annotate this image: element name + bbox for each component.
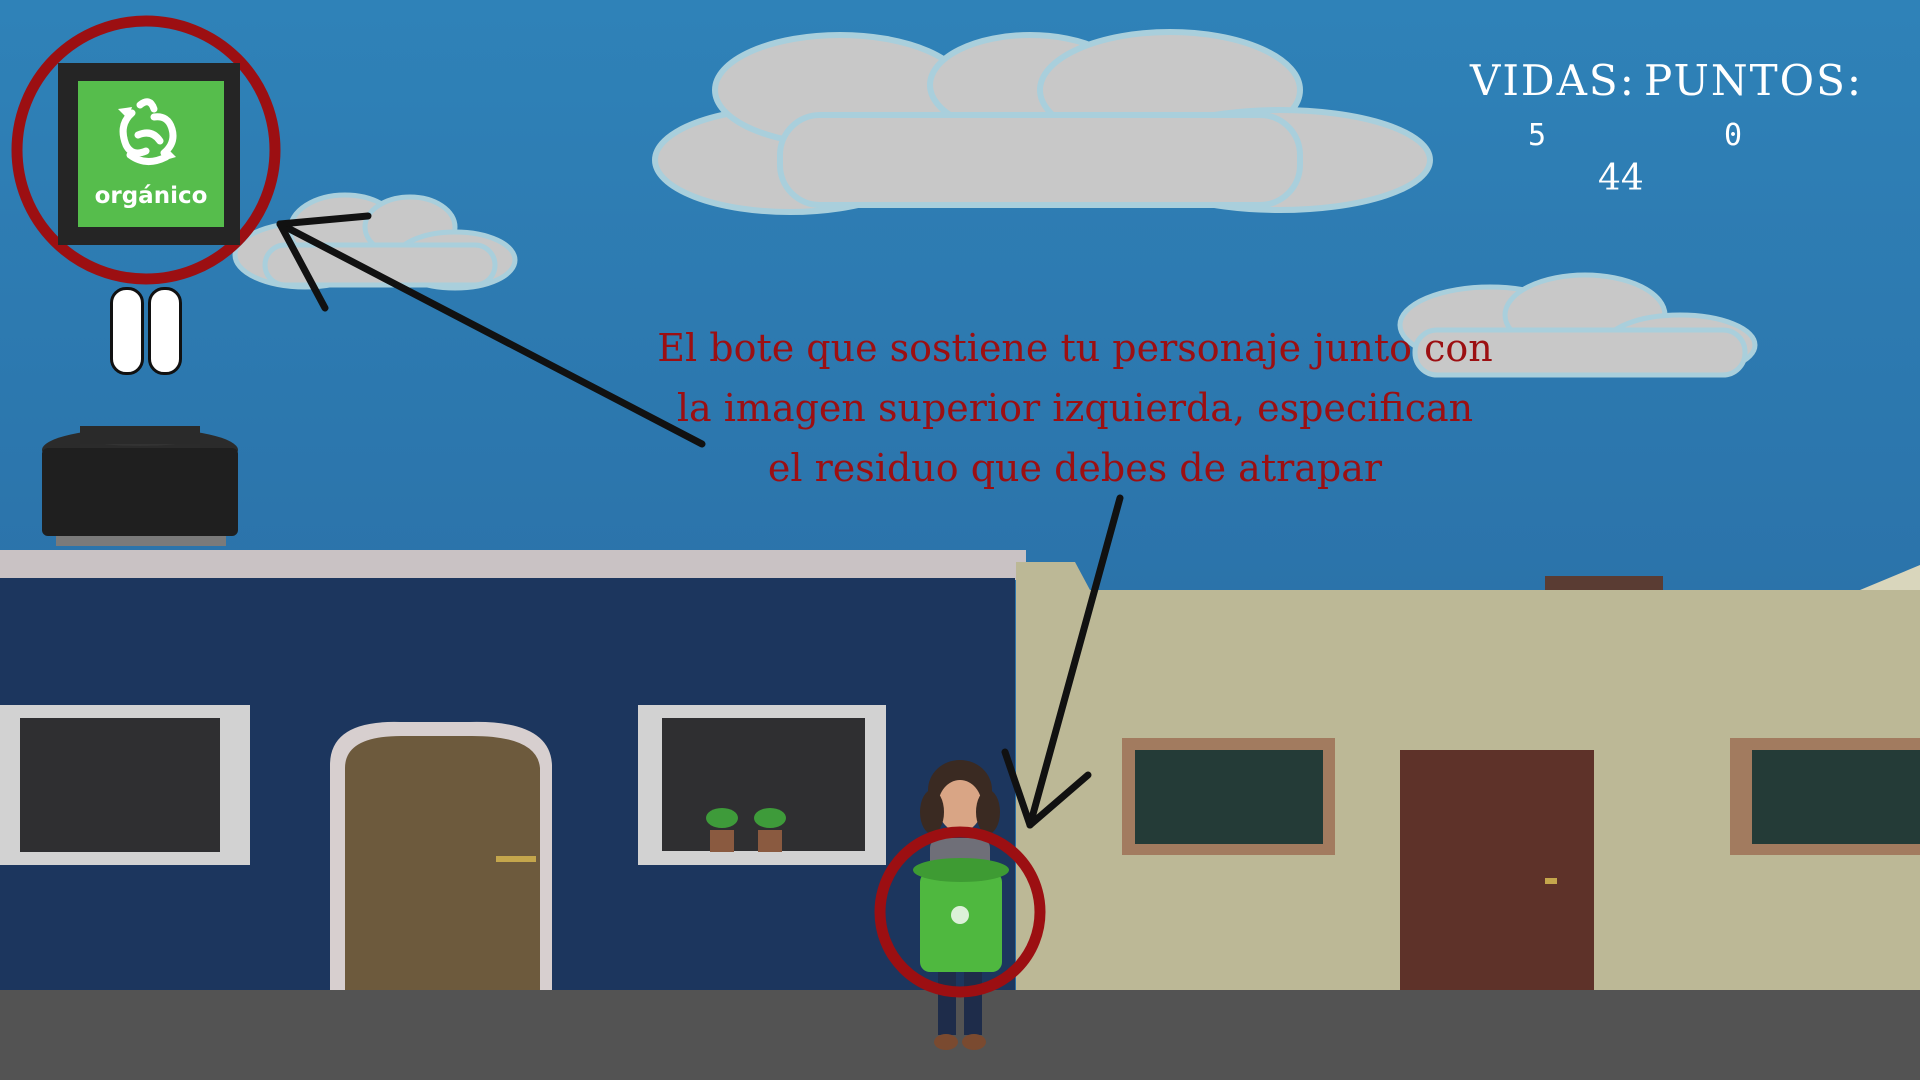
waste-type-card: orgánico: [58, 63, 240, 245]
lives-value: 5: [1528, 118, 1547, 153]
pause-button[interactable]: [110, 287, 186, 375]
highlight-circle-bin: [874, 826, 1046, 998]
timer-value: 44: [1598, 158, 1644, 199]
waste-type-label: orgánico: [94, 183, 208, 209]
pause-icon-bar-left: [110, 287, 144, 375]
organic-recycle-icon: [118, 98, 177, 165]
points-value: 0: [1724, 118, 1743, 153]
waste-type-card-face: orgánico: [78, 81, 224, 227]
tutorial-hint-text: El bote que sostiene tu personaje junto …: [657, 326, 1493, 490]
points-label: PUNTOS:: [1644, 56, 1864, 105]
pause-icon-bar-right: [148, 287, 182, 375]
lives-label: VIDAS:: [1470, 56, 1636, 105]
